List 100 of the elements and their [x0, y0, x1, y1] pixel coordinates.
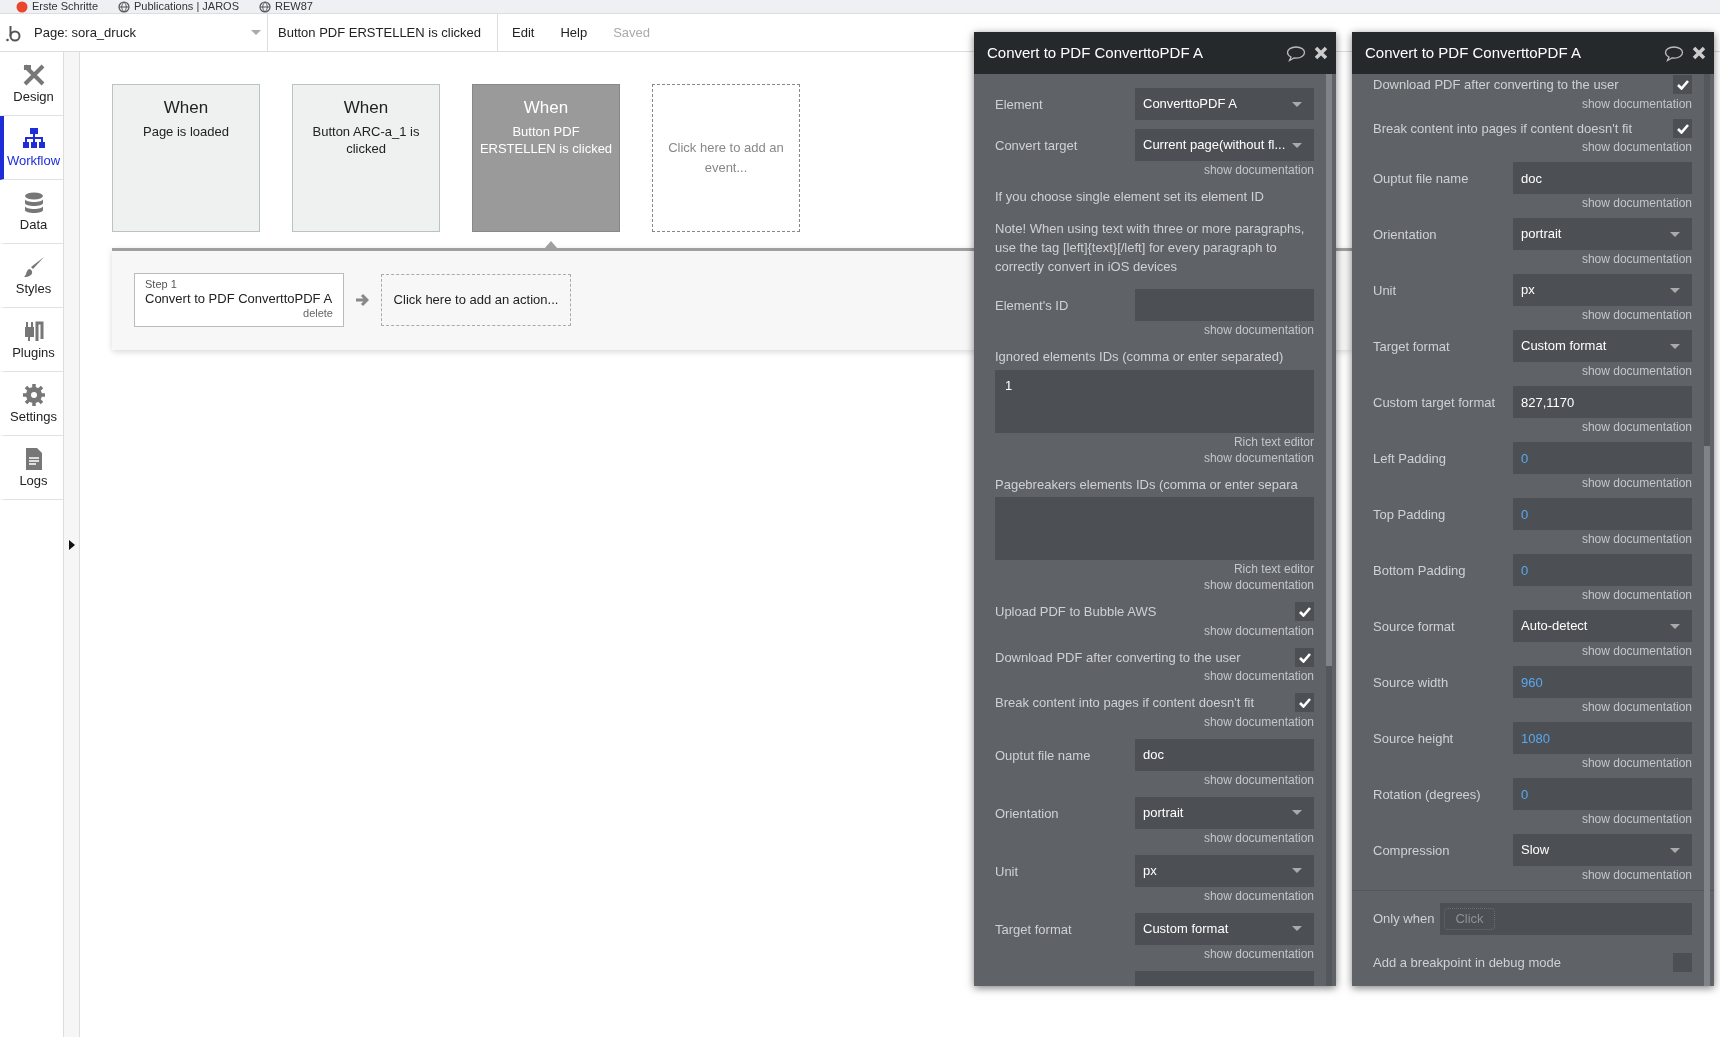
dropdown[interactable]: Slow: [1513, 834, 1692, 866]
scrollbar-thumb[interactable]: [1326, 74, 1332, 666]
delete-link[interactable]: delete: [303, 307, 333, 320]
menu-item[interactable]: Edit: [512, 22, 535, 43]
documentation-link[interactable]: show documentation: [1203, 830, 1314, 846]
documentation-link[interactable]: show documentation: [1581, 476, 1692, 491]
field-label: Rotation (degrees): [1373, 787, 1481, 802]
documentation-link[interactable]: show documentation: [1203, 623, 1314, 639]
input-field[interactable]: 0: [1513, 554, 1692, 586]
check-icon: [1676, 122, 1689, 134]
bookmark-link[interactable]: Erste Schritte: [32, 1, 99, 12]
close-icon[interactable]: [1314, 46, 1328, 60]
bookmark-link[interactable]: Publications | JAROS: [134, 1, 239, 12]
field-label: Ouptut file name: [1373, 171, 1469, 186]
text-area[interactable]: 1: [995, 369, 1314, 433]
sidebar-tab[interactable]: Styles: [0, 244, 63, 308]
documentation-link[interactable]: show documentation: [1203, 888, 1314, 904]
documentation-link[interactable]: show documentation: [1581, 532, 1692, 547]
documentation-link[interactable]: show documentation: [1581, 196, 1692, 211]
scrollbar-thumb[interactable]: [1704, 446, 1710, 986]
checkbox[interactable]: [1295, 693, 1314, 713]
close-icon[interactable]: [1692, 46, 1706, 60]
documentation-link[interactable]: show documentation: [1581, 308, 1692, 323]
panel-title: Convert to PDF ConverttoPDF A: [1365, 42, 1581, 63]
documentation-link[interactable]: show documentation: [1581, 140, 1692, 155]
dropdown[interactable]: portrait: [1513, 218, 1692, 250]
sidebar-tab[interactable]: Data: [0, 180, 63, 244]
dropdown[interactable]: Current page(without fl...: [1135, 129, 1314, 161]
caret-icon: [1292, 868, 1302, 873]
dropdown[interactable]: Custom format: [1513, 330, 1692, 362]
caret-icon: [1292, 926, 1302, 931]
documentation-link[interactable]: show documentation: [1581, 364, 1692, 379]
input-field[interactable]: 0: [1513, 442, 1692, 474]
sidebar-tab[interactable]: Settings: [0, 372, 63, 436]
dropdown[interactable]: px: [1513, 274, 1692, 306]
help-text: If you choose single element set its element ID: [995, 188, 1265, 206]
app-icon[interactable]: [16, 0, 28, 13]
input-field[interactable]: 960: [1513, 666, 1692, 698]
documentation-link[interactable]: show documentation: [1203, 946, 1314, 962]
rich-text-editor-link[interactable]: Rich text editor: [1233, 563, 1314, 576]
documentation-link[interactable]: show documentation: [1581, 868, 1692, 883]
event-card[interactable]: When Page is loaded: [112, 84, 260, 232]
condition-field[interactable]: Click: [1440, 903, 1692, 935]
documentation-link[interactable]: show documentation: [1203, 669, 1314, 684]
expand-arrow-icon[interactable]: [68, 539, 75, 550]
input-field[interactable]: doc: [1135, 738, 1314, 771]
documentation-link[interactable]: show documentation: [1203, 323, 1314, 338]
input-field[interactable]: 827,1170: [1513, 386, 1692, 418]
field-label: Top Padding: [1373, 507, 1446, 522]
checkbox[interactable]: [1295, 602, 1314, 622]
brush-icon: [21, 255, 46, 279]
rich-text-editor-link[interactable]: Rich text editor: [1233, 435, 1314, 449]
documentation-link[interactable]: show documentation: [1203, 450, 1314, 466]
event-dropdown[interactable]: Button PDF ERSTELLEN is clicked: [268, 14, 498, 51]
logo-icon[interactable]: [6, 23, 22, 42]
save-status: Saved: [613, 23, 651, 42]
menu-item[interactable]: Help: [560, 22, 588, 43]
globe-icon[interactable]: [118, 0, 131, 13]
bookmark-link[interactable]: REW87: [275, 1, 313, 12]
caret-icon: [1670, 343, 1680, 349]
documentation-link[interactable]: show documentation: [1581, 756, 1692, 771]
comment-icon[interactable]: [1664, 44, 1684, 62]
checkbox-label: Break content into pages if content doesn't fit: [1373, 119, 1633, 138]
checkbox[interactable]: [1673, 75, 1692, 95]
documentation-link[interactable]: show documentation: [1581, 700, 1692, 715]
dropdown[interactable]: Auto-detect: [1513, 610, 1692, 642]
comment-icon[interactable]: [1286, 44, 1306, 62]
event-card[interactable]: When Button PDF ERSTELLEN is clicked: [472, 84, 620, 232]
input-field[interactable]: 1080: [1513, 722, 1692, 754]
event-card[interactable]: When Button ARC-a_1 is clicked: [292, 84, 440, 232]
dropdown[interactable]: portrait: [1135, 796, 1314, 829]
documentation-link[interactable]: show documentation: [1203, 163, 1314, 178]
dropdown[interactable]: ConverttoPDF A: [1135, 88, 1314, 120]
add-event-button[interactable]: Click here to add an event...: [652, 84, 800, 232]
documentation-link[interactable]: show documentation: [1581, 644, 1692, 659]
input-field[interactable]: doc: [1513, 162, 1692, 194]
field-label: Orientation: [995, 805, 1059, 821]
field-label: Source height: [1373, 731, 1454, 746]
documentation-link[interactable]: show documentation: [1203, 578, 1314, 593]
field-label: Ignored elements IDs (comma or enter separated): [995, 348, 1285, 366]
action-step-card[interactable]: Step 1 Convert to PDF ConverttoPDF A delete: [134, 273, 344, 327]
sidebar-tab[interactable]: Plugins: [0, 308, 63, 372]
documentation-link[interactable]: show documentation: [1581, 252, 1692, 267]
sidebar-tab[interactable]: Logs: [0, 436, 63, 500]
documentation-link[interactable]: show documentation: [1581, 96, 1692, 112]
documentation-link[interactable]: show documentation: [1581, 420, 1692, 435]
documentation-link[interactable]: show documentation: [1203, 714, 1314, 730]
documentation-link[interactable]: show documentation: [1203, 772, 1314, 788]
input-field[interactable]: 0: [1513, 778, 1692, 810]
documentation-link[interactable]: show documentation: [1581, 812, 1692, 827]
documentation-link[interactable]: show documentation: [1581, 588, 1692, 603]
globe-icon[interactable]: [259, 0, 271, 13]
sidebar-tab[interactable]: Design: [0, 52, 63, 116]
dropdown[interactable]: Custom format: [1135, 912, 1314, 945]
add-action-button[interactable]: Click here to add an action...: [381, 274, 571, 326]
input-field[interactable]: 0: [1513, 498, 1692, 530]
page-dropdown[interactable]: Page: sora_druck: [28, 14, 268, 51]
checkbox[interactable]: [1673, 118, 1692, 138]
checkbox[interactable]: [1295, 647, 1314, 667]
dropdown[interactable]: px: [1135, 854, 1314, 887]
